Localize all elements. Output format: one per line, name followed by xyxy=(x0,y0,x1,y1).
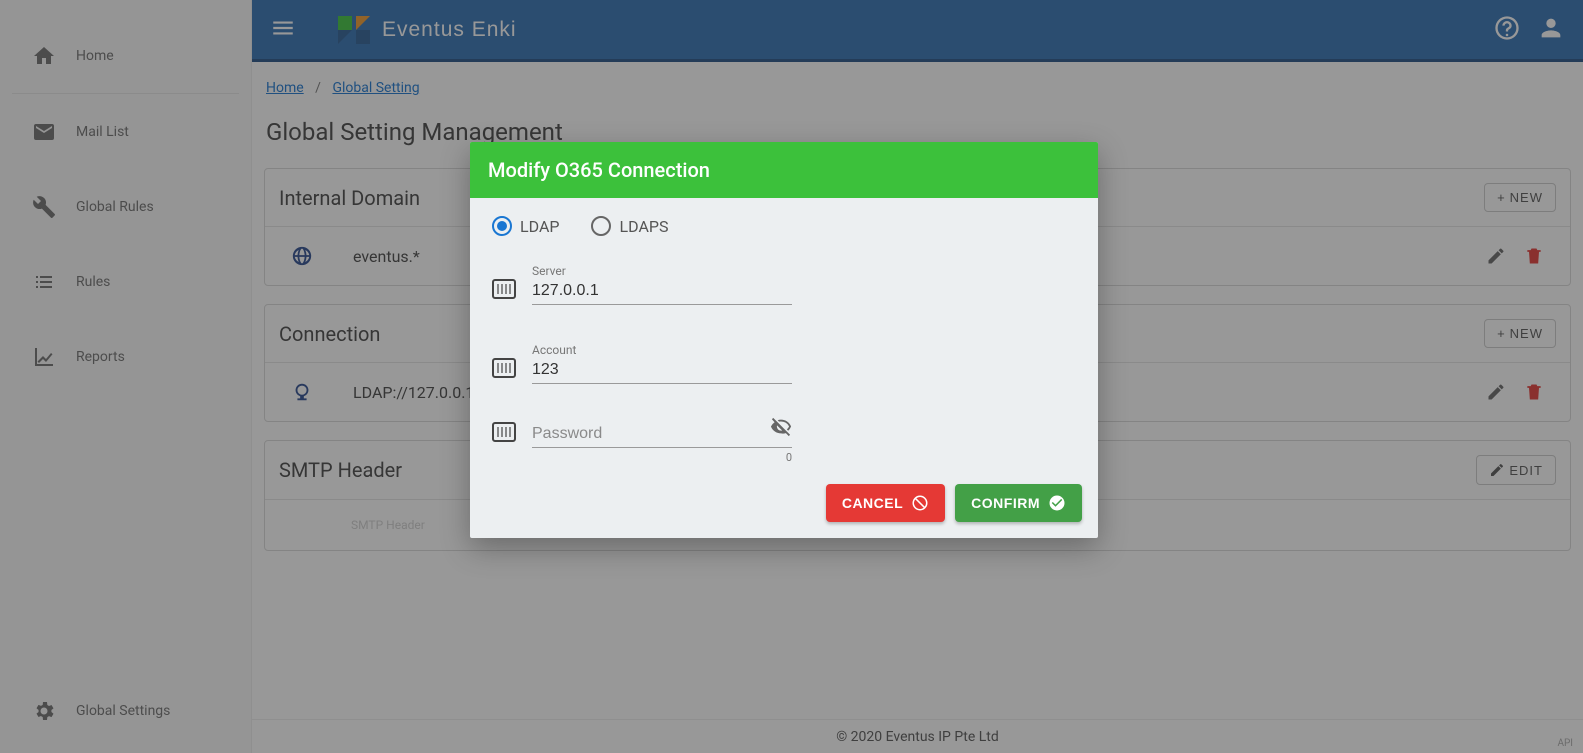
toggle-password-visibility[interactable] xyxy=(770,416,792,442)
server-input[interactable] xyxy=(532,280,792,305)
password-count: 0 xyxy=(786,451,792,464)
radio-ldap[interactable]: LDAP xyxy=(492,216,559,236)
radio-ldaps[interactable]: LDAPS xyxy=(591,216,668,236)
account-input[interactable] xyxy=(532,359,792,384)
account-label: Account xyxy=(532,343,792,357)
keyboard-icon xyxy=(492,358,516,378)
keyboard-icon xyxy=(492,279,516,299)
dialog-title: Modify O365 Connection xyxy=(470,142,1098,198)
keyboard-icon xyxy=(492,422,516,442)
protocol-radio-group: LDAP LDAPS xyxy=(492,216,1076,236)
visibility-off-icon xyxy=(770,416,792,438)
cancel-icon xyxy=(911,494,929,512)
confirm-button[interactable]: CONFIRM xyxy=(955,484,1082,522)
password-input[interactable] xyxy=(532,423,792,448)
cancel-button[interactable]: CANCEL xyxy=(826,484,945,522)
check-circle-icon xyxy=(1048,494,1066,512)
server-label: Server xyxy=(532,264,792,278)
modify-connection-dialog: Modify O365 Connection LDAP LDAPS Server xyxy=(470,142,1098,538)
